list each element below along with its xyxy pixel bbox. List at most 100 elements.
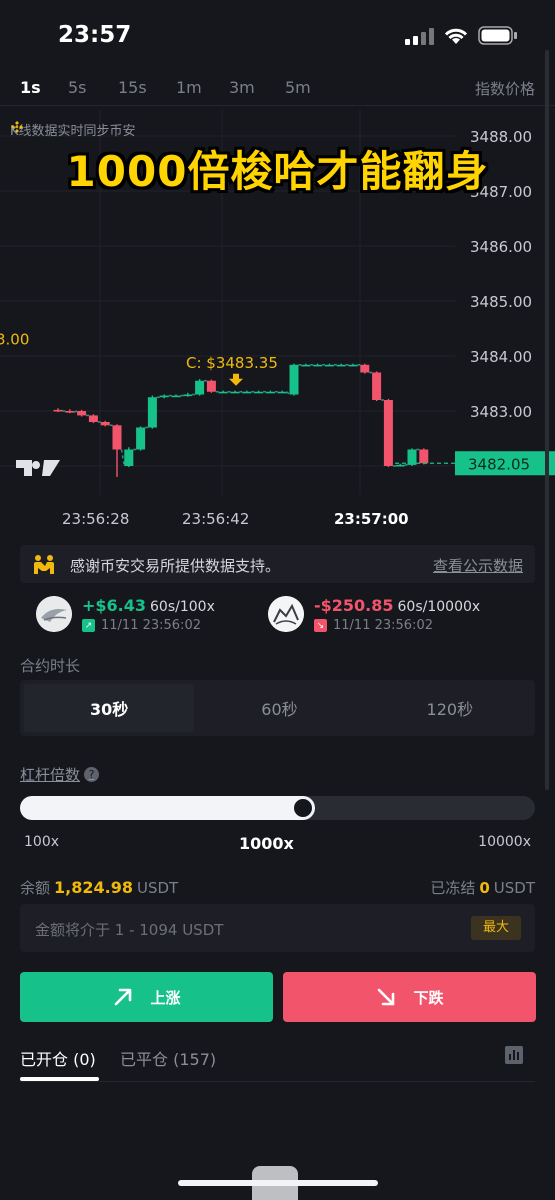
duration-option-120s[interactable]: 120秒: [365, 680, 535, 736]
y-axis-tick-label: 3486.00: [470, 238, 532, 256]
candle-body: [313, 364, 323, 367]
candle-body: [254, 391, 264, 394]
leverage-tick-max: 10000x: [478, 834, 531, 850]
candle-body: [124, 449, 134, 466]
arrow-down-right-icon: [378, 988, 395, 1006]
tab-closed-positions[interactable]: 已平仓 (157): [120, 1046, 216, 1070]
candle-body: [218, 391, 228, 394]
bar-chart-icon[interactable]: [505, 1046, 523, 1064]
candle-body: [395, 464, 405, 467]
binance-logo-icon: [11, 121, 23, 133]
active-tab-indicator: [20, 1077, 99, 1081]
recent-trade[interactable]: +$6.43 60s/100x ↗ 11/11 23:56:02: [36, 596, 266, 636]
frozen-display: 已冻结 0 USDT: [430, 877, 535, 898]
close-price-callout: C: $3483.35: [186, 354, 278, 372]
scrollbar[interactable]: [545, 50, 549, 790]
leverage-tick-current: 1000x: [239, 834, 294, 853]
candle-body: [348, 364, 358, 367]
trade-pnl: +$6.43 60s/100x: [82, 596, 215, 615]
frozen-value: 0: [479, 879, 490, 897]
tab-open-positions[interactable]: 已开仓 (0): [20, 1046, 96, 1070]
candle-body: [136, 427, 146, 450]
candle-body: [53, 409, 63, 412]
frozen-label: 已冻结: [430, 879, 476, 897]
trade-pnl-value: +$6.43: [82, 596, 147, 615]
wifi-icon: [444, 28, 468, 44]
candle-body: [65, 411, 75, 413]
data-support-banner: 感谢币安交易所提供数据支持。 查看公示数据: [20, 545, 535, 583]
y-axis-tick-label: 3483.00: [470, 403, 532, 421]
y-axis-tick-label: 3484.00: [470, 348, 532, 366]
index-price-toggle[interactable]: 指数价格: [475, 78, 535, 99]
x-axis-tick-label: 23:56:28: [62, 510, 129, 528]
leverage-tick-min: 100x: [24, 834, 60, 850]
rise-button[interactable]: 上涨: [20, 972, 273, 1022]
trade-meta: ↘ 11/11 23:56:02: [314, 618, 433, 633]
candle-body: [336, 364, 346, 367]
tab-3m[interactable]: 3m: [229, 78, 255, 97]
duration-option-60s[interactable]: 60秒: [194, 680, 364, 736]
trade-pnl: -$250.85 60s/10000x: [314, 596, 480, 615]
tab-1s[interactable]: 1s: [20, 78, 41, 97]
duration-option-30s[interactable]: 30秒: [24, 684, 195, 732]
candle-body: [265, 391, 275, 394]
position-tabs: 已开仓 (0) 已平仓 (157): [20, 1042, 535, 1082]
candle-body: [183, 394, 193, 397]
handshake-icon: [34, 555, 54, 574]
tab-15s[interactable]: 15s: [118, 78, 147, 97]
candle-body: [88, 415, 98, 422]
fall-button-label: 下跌: [413, 988, 444, 1007]
avatar: [36, 596, 72, 632]
leverage-label-text: 杠杆倍数: [20, 766, 81, 784]
trade-info: 60s/10000x: [397, 599, 481, 615]
candle-body: [277, 391, 287, 394]
fall-button[interactable]: 下跌: [283, 972, 536, 1022]
leverage-slider-fill: [20, 796, 315, 820]
candle-body: [324, 364, 334, 367]
candle-body: [100, 422, 110, 426]
tab-1m[interactable]: 1m: [176, 78, 202, 97]
price-chart[interactable]: 3488.00 3487.00 3486.00 3485.00 3484.00 3483.…: [0, 110, 555, 540]
trade-time: 11/11 23:56:02: [101, 618, 201, 633]
tab-5s[interactable]: 5s: [68, 78, 87, 97]
candle-connector: [286, 391, 291, 396]
leverage-slider[interactable]: [20, 796, 535, 820]
help-icon[interactable]: ?: [84, 767, 100, 782]
candle-body: [372, 372, 382, 400]
chart-source-note: K线数据实时同步币安: [10, 120, 136, 139]
view-public-data-link[interactable]: 查看公示数据: [433, 555, 523, 576]
tab-5m[interactable]: 5m: [285, 78, 311, 97]
amount-placeholder: 金额将介于 1 - 1094 USDT: [35, 921, 224, 939]
y-axis-tick-label: 3485.00: [470, 293, 532, 311]
recent-trade[interactable]: -$250.85 60s/10000x ↘ 11/11 23:56:02: [268, 596, 518, 636]
max-button[interactable]: 最大: [470, 916, 521, 940]
candle-body: [206, 380, 216, 392]
candle-body: [383, 400, 393, 466]
candle-body: [171, 395, 181, 398]
trade-meta: ↗ 11/11 23:56:02: [82, 618, 201, 633]
candle-body: [242, 391, 252, 394]
leverage-label[interactable]: 杠杆倍数 ?: [20, 764, 100, 785]
x-axis-tick-label: 23:57:00: [334, 510, 409, 528]
candle-body: [289, 364, 299, 395]
duration-selector: 30秒 60秒 120秒: [20, 680, 535, 736]
candle-body: [407, 449, 417, 465]
frozen-unit: USDT: [493, 879, 535, 897]
left-edge-price-label: 3.00: [0, 331, 29, 349]
avatar-image: [268, 596, 304, 632]
candle-body: [159, 395, 169, 398]
cellular-signal-icon: [405, 28, 434, 45]
arrow-up-right-icon: [115, 988, 132, 1006]
current-price-label: 3482.05: [468, 455, 530, 473]
home-indicator[interactable]: [178, 1180, 378, 1186]
candle-body: [301, 364, 311, 367]
candle-body: [419, 449, 429, 464]
candle-connector: [74, 410, 78, 413]
overlay-title: 1000倍梭哈才能翻身: [66, 147, 489, 196]
candle-connector: [120, 449, 126, 467]
interval-tabs: 1s 5s 15s 1m 3m 5m 指数价格: [0, 72, 555, 106]
leverage-slider-handle[interactable]: [292, 797, 314, 819]
candle-body: [195, 380, 205, 395]
candle-body: [360, 364, 370, 373]
amount-input[interactable]: 金额将介于 1 - 1094 USDT 最大: [20, 904, 535, 952]
